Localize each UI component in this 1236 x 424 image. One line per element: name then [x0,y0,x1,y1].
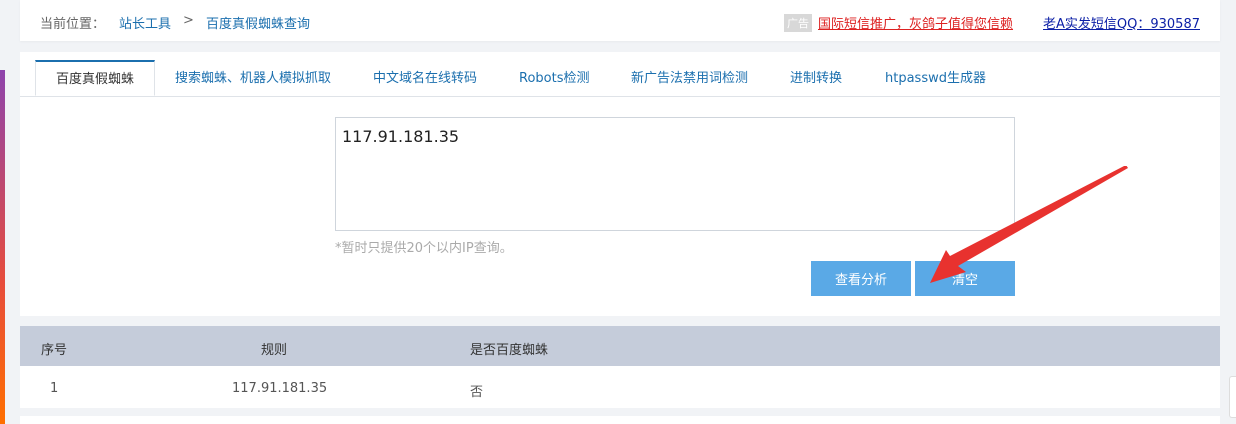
breadcrumb-prefix: 当前位置： [40,17,106,32]
analyze-button[interactable]: 查看分析 [811,261,911,296]
tool-panel: 百度真假蜘蛛 搜索蜘蛛、机器人模拟抓取 中文域名在线转码 Robots检测 新广… [20,52,1220,316]
table-header: 序号 规则 是否百度蜘蛛 [20,326,1220,366]
cell-index: 1 [50,381,59,396]
cell-rule: 117.91.181.35 [232,381,328,396]
input-hint: *暂时只提供20个以内IP查询。 [335,241,513,256]
result-table: 序号 规则 是否百度蜘蛛 1 117.91.181.35 否 [20,326,1220,408]
clear-button[interactable]: 清空 [915,261,1015,296]
left-accent-bar [0,70,5,424]
ad-qq-link[interactable]: 老A实发短信QQ：930587 [1043,13,1200,32]
ad-area: 广告 国际短信推广，灰鸽子值得您信赖 老A实发短信QQ：930587 [784,13,1200,32]
ad-badge: 广告 [784,13,812,32]
tab-htpasswd[interactable]: htpasswd生成器 [885,61,986,96]
tab-chinese-domain[interactable]: 中文域名在线转码 [373,61,477,96]
ad-promo-link[interactable]: 国际短信推广，灰鸽子值得您信赖 [818,13,1013,32]
tab-base-convert[interactable]: 进制转换 [790,61,842,96]
tab-baidu-spider[interactable]: 百度真假蜘蛛 [35,60,156,96]
tab-bar: 百度真假蜘蛛 搜索蜘蛛、机器人模拟抓取 中文域名在线转码 Robots检测 新广… [20,52,1220,97]
breadcrumb-bar: 当前位置： 站长工具 > 百度真假蜘蛛查询 广告 国际短信推广，灰鸽子值得您信赖… [20,0,1220,41]
header-rule: 规则 [261,343,288,358]
breadcrumb-separator: > [183,13,194,28]
cell-is-baidu: 否 [470,385,484,400]
header-index: 序号 [41,343,68,358]
ip-input[interactable]: 117.91.181.35 [335,117,1015,231]
breadcrumb: 当前位置： 站长工具 > 百度真假蜘蛛查询 [40,13,310,32]
header-is-baidu: 是否百度蜘蛛 [470,343,549,358]
tab-robots[interactable]: Robots检测 [519,61,589,96]
side-float-tab[interactable] [1229,376,1236,418]
tab-ad-law-words[interactable]: 新广告法禁用词检测 [631,61,748,96]
tab-spider-simulate[interactable]: 搜索蜘蛛、机器人模拟抓取 [175,61,331,96]
breadcrumb-link-current[interactable]: 百度真假蜘蛛查询 [206,13,310,32]
breadcrumb-link-webmaster-tools[interactable]: 站长工具 [119,13,171,32]
next-card-edge [20,416,1220,424]
